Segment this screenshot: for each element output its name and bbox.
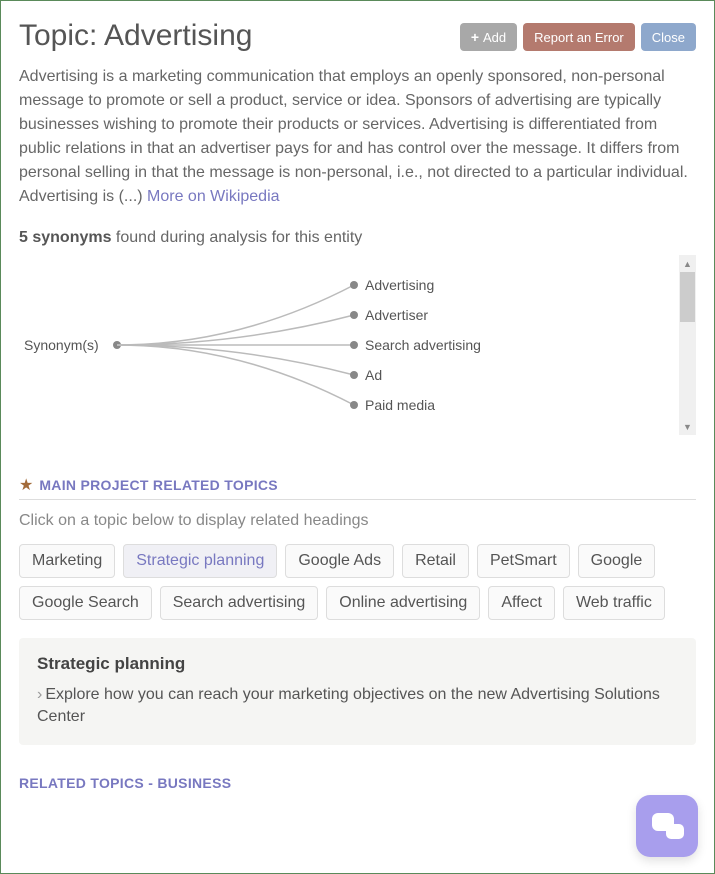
plus-icon: +	[471, 29, 479, 45]
related-topics-header: RELATED TOPICS - BUSINESS	[19, 775, 696, 795]
related-topics-title: RELATED TOPICS - BUSINESS	[19, 775, 231, 791]
main-topics-header: ★ MAIN PROJECT RELATED TOPICS	[19, 475, 696, 500]
main-topics-title: MAIN PROJECT RELATED TOPICS	[39, 477, 278, 493]
svg-text:Advertiser: Advertiser	[365, 307, 428, 323]
chat-icon	[650, 811, 684, 841]
detail-title: Strategic planning	[37, 654, 678, 674]
header-buttons: +Add Report an Error Close	[460, 23, 696, 51]
topic-chip[interactable]: Retail	[402, 544, 469, 578]
scrollbar-thumb[interactable]	[680, 272, 695, 322]
svg-text:Advertising: Advertising	[365, 277, 434, 293]
topic-chip[interactable]: Search advertising	[160, 586, 319, 620]
svg-text:Search advertising: Search advertising	[365, 337, 481, 353]
chat-widget-button[interactable]	[636, 795, 698, 857]
report-error-button[interactable]: Report an Error	[523, 23, 635, 51]
add-button[interactable]: +Add	[460, 23, 517, 51]
topic-chip[interactable]: Web traffic	[563, 586, 665, 620]
topic-chip[interactable]: Google	[578, 544, 656, 578]
topic-chip[interactable]: Affect	[488, 586, 555, 620]
chevron-right-icon: ›	[37, 686, 42, 703]
topic-chip[interactable]: Marketing	[19, 544, 115, 578]
topic-description: Advertising is a marketing communication…	[19, 65, 696, 209]
graph-root-label: Synonym(s)	[24, 337, 99, 353]
synonyms-count: 5 synonyms found during analysis for thi…	[19, 229, 696, 247]
topic-chip[interactable]: Strategic planning	[123, 544, 277, 578]
page-title: Topic: Advertising	[19, 19, 252, 53]
topic-chip[interactable]: Google Ads	[285, 544, 394, 578]
detail-heading-item[interactable]: ›Explore how you can reach your marketin…	[37, 684, 678, 729]
scroll-down-icon[interactable]: ▼	[679, 418, 696, 435]
topic-chip[interactable]: PetSmart	[477, 544, 570, 578]
close-button[interactable]: Close	[641, 23, 696, 51]
synonyms-graph: ▲ ▼ Synonym(s) Advertising Advertiser Se…	[19, 255, 696, 435]
topic-detail-panel: Strategic planning ›Explore how you can …	[19, 638, 696, 745]
topic-chips: MarketingStrategic planningGoogle AdsRet…	[19, 544, 696, 620]
wikipedia-link[interactable]: More on Wikipedia	[147, 188, 280, 205]
svg-text:Ad: Ad	[365, 367, 382, 383]
header: Topic: Advertising +Add Report an Error …	[19, 19, 696, 53]
topic-chip[interactable]: Google Search	[19, 586, 152, 620]
svg-text:Paid media: Paid media	[365, 397, 435, 413]
scroll-up-icon[interactable]: ▲	[679, 255, 696, 272]
star-icon: ★	[19, 475, 33, 495]
topic-chip[interactable]: Online advertising	[326, 586, 480, 620]
main-topics-subtitle: Click on a topic below to display relate…	[19, 512, 696, 530]
